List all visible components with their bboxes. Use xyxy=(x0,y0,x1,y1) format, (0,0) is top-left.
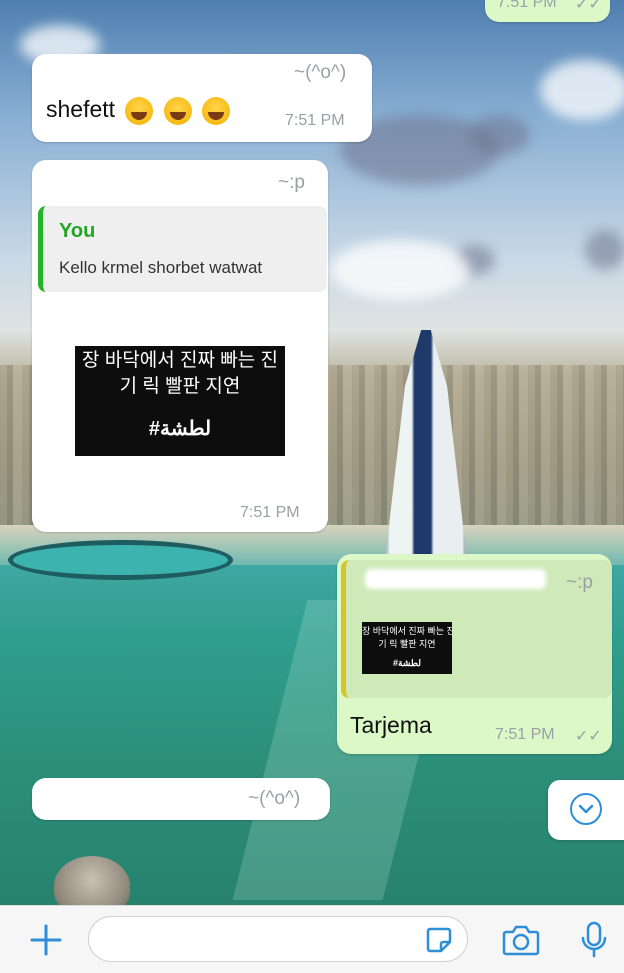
read-ticks-icon: ✓✓ xyxy=(575,0,602,13)
face-with-tears-of-joy-icon xyxy=(163,96,192,125)
image-hashtag: #لطشة xyxy=(393,658,421,668)
image-caption-korean-1: 장 바닥에서 진짜 빠는 진 xyxy=(362,626,452,636)
chevron-down-icon xyxy=(570,793,602,825)
quote-author: You xyxy=(59,220,96,242)
incoming-message-bubble[interactable]: ~:p You Kello krmel shorbet watwat 장 바닥에… xyxy=(32,160,328,532)
message-time: 7:51 PM xyxy=(497,0,557,11)
sender-phone-suffix: ~:p xyxy=(566,572,593,593)
image-attachment[interactable]: 장 바닥에서 진짜 빠는 진 기 릭 빨판 지연 #لطشة xyxy=(75,346,285,456)
message-input-bar xyxy=(0,905,624,973)
face-with-tears-of-joy-icon xyxy=(125,96,154,125)
microphone-icon[interactable] xyxy=(578,920,610,960)
image-caption-korean-1: 장 바닥에서 진짜 빠는 진 xyxy=(82,350,278,371)
message-input[interactable] xyxy=(88,916,468,962)
sender-name-redacted xyxy=(368,572,543,586)
image-attachment-thumbnail[interactable]: 장 바닥에서 진짜 빠는 진 기 릭 빨판 지연 #لطشة xyxy=(362,622,452,674)
image-hashtag: #لطشة xyxy=(148,418,212,440)
sticker-dog xyxy=(54,856,130,905)
message-time: 7:51 PM xyxy=(285,112,345,129)
message-text: shefett xyxy=(46,96,231,125)
sender-name-redacted xyxy=(52,792,247,806)
sender-name-redacted xyxy=(52,172,242,186)
message-text: Tarjema xyxy=(350,712,432,738)
quoted-message[interactable]: ~:p 장 바닥에서 진짜 빠는 진 기 릭 빨판 지연 #لطشة xyxy=(341,560,612,698)
plus-icon[interactable] xyxy=(28,922,64,958)
incoming-message-bubble[interactable]: ~(^o^) xyxy=(32,778,330,820)
sender-phone-suffix: ~(^o^) xyxy=(248,788,301,809)
sender-name-redacted xyxy=(52,62,232,76)
image-caption-korean-2: 기 릭 빨판 지연 xyxy=(119,376,241,397)
camera-icon[interactable] xyxy=(501,922,541,958)
quoted-message[interactable]: You Kello krmel shorbet watwat xyxy=(38,206,327,292)
image-caption-korean-2: 기 릭 빨판 지연 xyxy=(378,639,436,649)
message-time: 7:51 PM xyxy=(240,504,300,521)
face-with-tears-of-joy-icon xyxy=(202,96,231,125)
sender-phone-suffix: ~(^o^) xyxy=(294,62,347,83)
scroll-to-bottom-button[interactable] xyxy=(548,780,624,840)
incoming-message-bubble[interactable]: ~(^o^) shefett 7:51 PM xyxy=(32,54,372,142)
sticker-icon[interactable] xyxy=(424,925,454,955)
sender-phone-suffix: ~:p xyxy=(278,172,305,193)
quote-text: Kello krmel shorbet watwat xyxy=(59,258,263,277)
outgoing-message-bubble[interactable]: ~:p 장 바닥에서 진짜 빠는 진 기 릭 빨판 지연 #لطشة Tarje… xyxy=(337,554,612,754)
partial-outgoing-bubble[interactable]: 7:51 PM ✓✓ xyxy=(485,0,610,22)
message-time: 7:51 PM xyxy=(495,726,555,743)
read-ticks-icon: ✓✓ xyxy=(575,728,602,745)
